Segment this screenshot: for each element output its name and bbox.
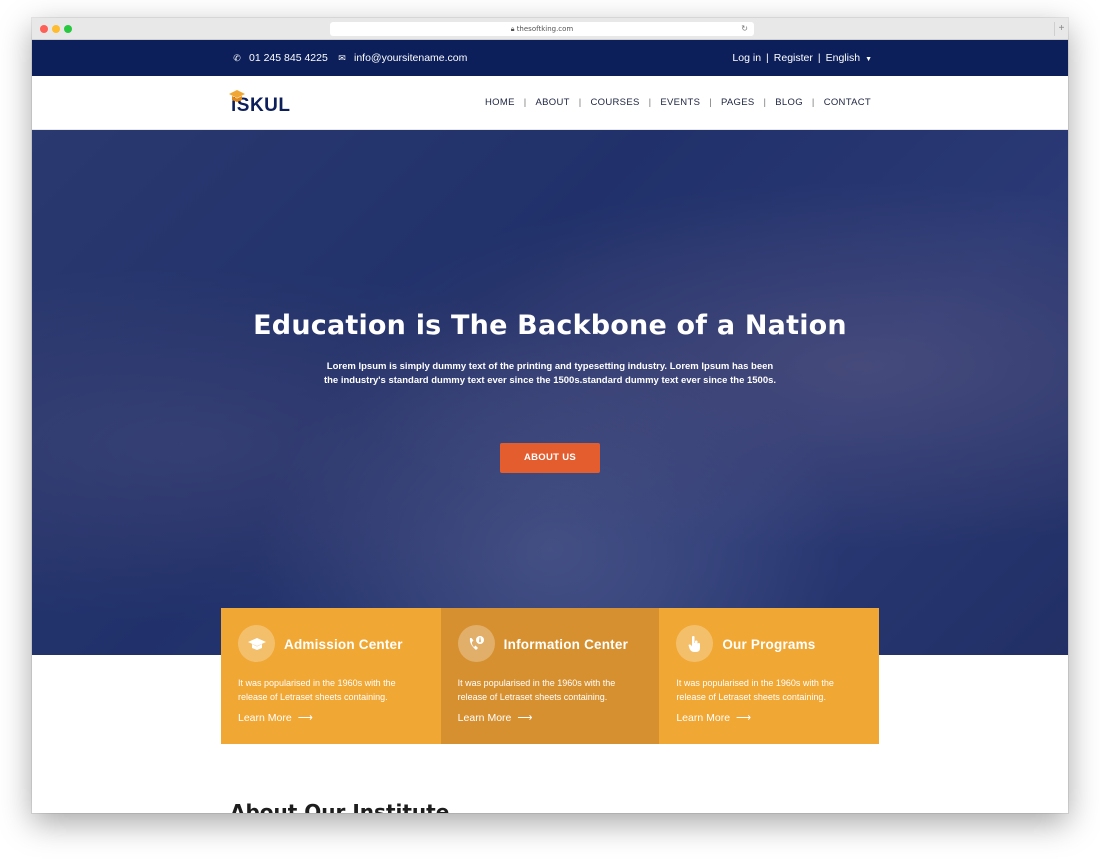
email-address: info@yoursitename.com	[354, 52, 468, 64]
hand-pointer-icon	[676, 625, 714, 662]
site-logo[interactable]: iSKUL	[229, 90, 291, 116]
card-text: It was popularised in the 1960s with the…	[238, 678, 396, 702]
minimize-window-button[interactable]	[52, 25, 60, 33]
browser-window: 🔒︎ thesoftking.com ↻ + ✆ 01 245 845 4225…	[32, 18, 1068, 813]
language-selector[interactable]: English ▼	[826, 52, 872, 64]
maximize-window-button[interactable]	[64, 25, 72, 33]
phone-icon: ✆	[233, 52, 241, 63]
nav-pages[interactable]: PAGES	[721, 97, 755, 108]
nav-events[interactable]: EVENTS	[660, 97, 700, 108]
card-text: It was popularised in the 1960s with the…	[457, 678, 616, 702]
nav-separator: |	[811, 97, 815, 108]
card-title: Information Center	[503, 637, 629, 652]
arrow-right-icon: ⟶	[736, 712, 752, 724]
card-information-center: Information Center It was popularised in…	[440, 608, 660, 744]
hero-title: Education is The Backbone of a Nation	[253, 310, 847, 341]
learn-more-link[interactable]: Learn More ⟶	[238, 712, 313, 724]
url-text: thesoftking.com	[516, 25, 574, 33]
graduation-cap-logo-icon	[229, 90, 245, 102]
phone-number: 01 245 845 4225	[249, 52, 328, 64]
card-text: It was popularised in the 1960s with the…	[676, 678, 834, 702]
feature-cards: Admission Center It was popularised in t…	[221, 608, 880, 744]
learn-more-link[interactable]: Learn More ⟶	[458, 712, 533, 724]
separator: |	[766, 52, 769, 64]
nav-separator: |	[578, 97, 582, 108]
new-tab-icon[interactable]: +	[1054, 22, 1068, 36]
nav-contact[interactable]: CONTACT	[824, 97, 871, 108]
hero-banner: Education is The Backbone of a Nation Lo…	[32, 130, 1068, 655]
nav-separator: |	[523, 97, 527, 108]
reload-icon[interactable]: ↻	[741, 22, 748, 36]
card-title: Admission Center	[284, 637, 403, 652]
address-bar[interactable]: 🔒︎ thesoftking.com ↻	[330, 22, 754, 36]
register-link[interactable]: Register	[774, 52, 813, 64]
language-label: English	[825, 52, 861, 64]
site-header: iSKUL HOME | ABOUT | COURSES | EVENTS | …	[32, 76, 1068, 130]
arrow-right-icon: ⟶	[517, 712, 533, 724]
graduation-cap-icon	[238, 625, 275, 662]
separator: |	[817, 52, 821, 64]
hero-background-image	[32, 130, 1068, 655]
top-bar: ✆ 01 245 845 4225 ✉ info@yoursitename.co…	[32, 40, 1068, 76]
login-link[interactable]: Log in	[732, 52, 761, 64]
main-nav: HOME | ABOUT | COURSES | EVENTS | PAGES …	[485, 97, 871, 108]
close-window-button[interactable]	[40, 25, 48, 33]
nav-separator: |	[763, 97, 767, 108]
browser-chrome: 🔒︎ thesoftking.com ↻ +	[32, 18, 1068, 40]
learn-more-label: Learn More	[238, 712, 292, 724]
about-us-button[interactable]: ABOUT US	[500, 443, 600, 473]
nav-about[interactable]: ABOUT	[536, 97, 570, 108]
hero-subtitle: Lorem Ipsum is simply dummy text of the …	[323, 361, 777, 386]
nav-blog[interactable]: BLOG	[775, 97, 803, 108]
phone-info-icon	[457, 625, 495, 662]
caret-down-icon: ▼	[865, 56, 872, 63]
phone-contact[interactable]: ✆ 01 245 845 4225	[232, 52, 328, 64]
card-admission-center: Admission Center It was popularised in t…	[221, 608, 441, 744]
nav-courses[interactable]: COURSES	[591, 97, 640, 108]
card-our-programs: Our Programs It was popularised in the 1…	[659, 608, 880, 744]
envelope-icon: ✉	[338, 52, 346, 63]
nav-home[interactable]: HOME	[485, 97, 515, 108]
about-section-title: About Our Institute	[230, 800, 450, 813]
learn-more-label: Learn More	[457, 712, 512, 724]
card-title: Our Programs	[722, 637, 816, 652]
account-links: Log in | Register | English ▼	[732, 52, 872, 64]
nav-separator: |	[709, 97, 712, 108]
learn-more-link[interactable]: Learn More ⟶	[676, 712, 751, 724]
email-contact[interactable]: ✉ info@yoursitename.com	[337, 52, 467, 64]
arrow-right-icon: ⟶	[297, 712, 313, 724]
learn-more-label: Learn More	[676, 712, 731, 724]
nav-separator: |	[648, 97, 652, 108]
